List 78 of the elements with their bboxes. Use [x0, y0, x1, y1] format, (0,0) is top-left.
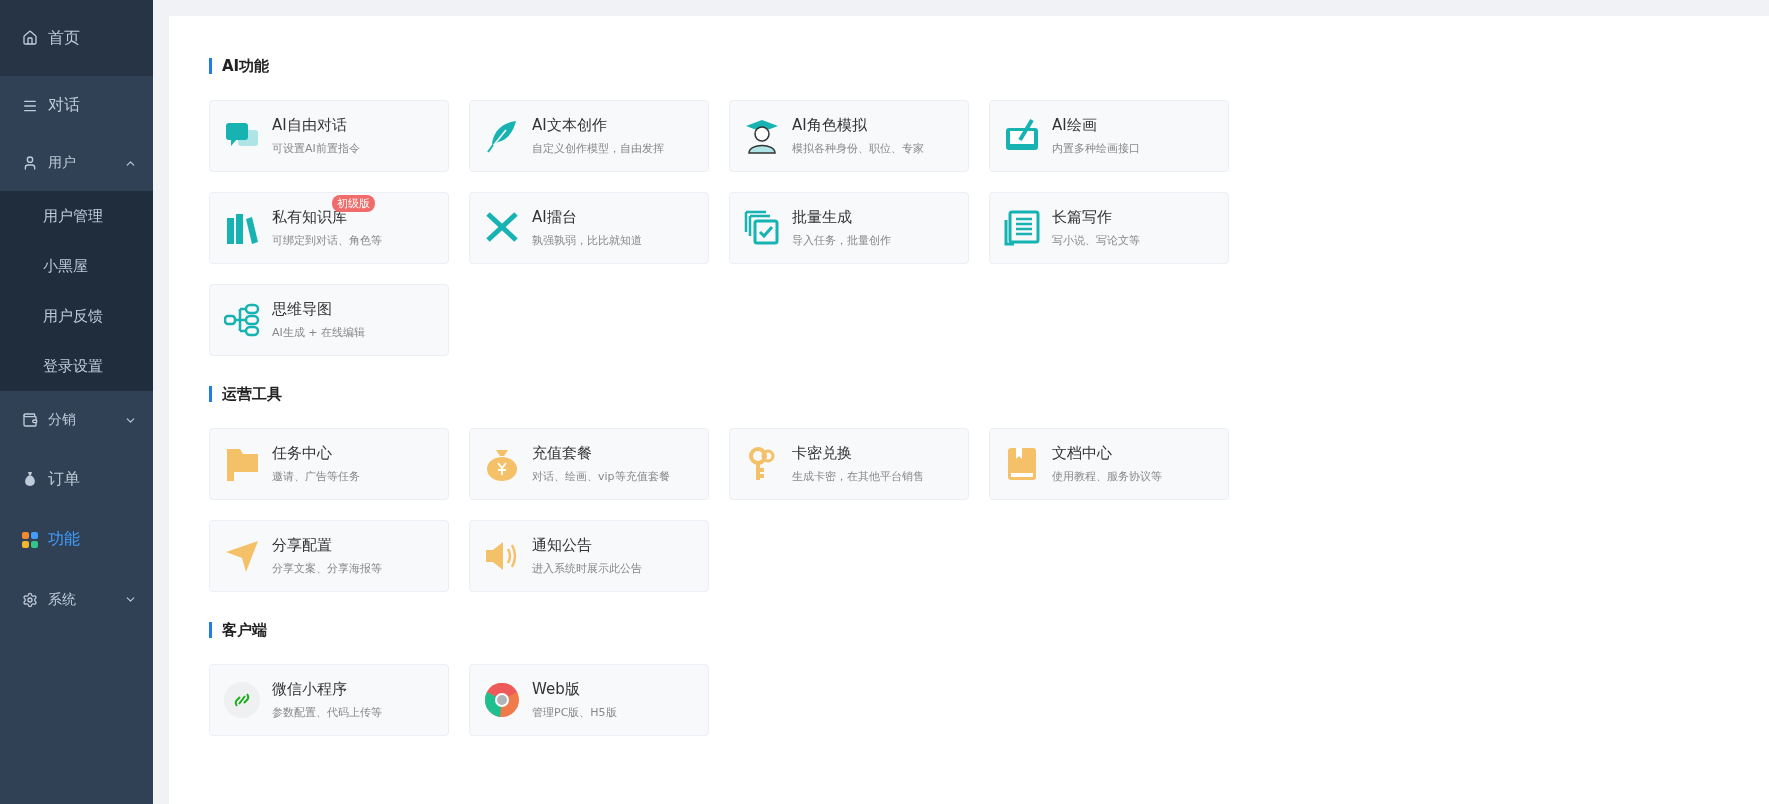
card-title: 充值套餐 — [532, 444, 592, 463]
card-title: 文档中心 — [1052, 444, 1112, 463]
card-title: 长篇写作 — [1052, 208, 1112, 227]
submenu-item[interactable]: 小黑屋 — [0, 241, 153, 291]
paper-plane-icon — [224, 538, 260, 574]
home-icon — [22, 30, 38, 46]
feature-card[interactable]: AI擂台 孰强孰弱，比比就知道 — [469, 192, 709, 264]
link-icon — [224, 682, 260, 718]
flag-icon — [224, 446, 260, 482]
sidebar-item[interactable]: 分销 — [0, 391, 153, 449]
card-title: Web版 — [532, 680, 580, 699]
card-description: 管理PC版、H5版 — [532, 705, 617, 720]
submenu-item[interactable]: 用户反馈 — [0, 291, 153, 341]
sidebar-item[interactable]: 功能 — [0, 509, 153, 570]
card-description: 可设置AI前置指令 — [272, 141, 360, 156]
feature-card[interactable]: 批量生成 导入任务，批量创作 — [729, 192, 969, 264]
card-title: 批量生成 — [792, 208, 852, 227]
submenu-item[interactable]: 用户管理 — [0, 191, 153, 241]
feature-card[interactable]: 分享配置 分享文案、分享海报等 — [209, 520, 449, 592]
feature-card[interactable]: 长篇写作 写小说、写论文等 — [989, 192, 1229, 264]
card-title: AI擂台 — [532, 208, 577, 227]
feature-card[interactable]: 充值套餐 对话、绘画、vip等充值套餐 — [469, 428, 709, 500]
card-title: AI绘画 — [1052, 116, 1097, 135]
card-description: 孰强孰弱，比比就知道 — [532, 233, 642, 248]
section-title: AI功能 — [209, 58, 270, 74]
submenu-item[interactable]: 登录设置 — [0, 341, 153, 391]
card-description: 分享文案、分享海报等 — [272, 561, 382, 576]
sidebar-item[interactable]: 订单 — [0, 449, 153, 509]
document-icon — [1004, 210, 1040, 246]
card-title: AI文本创作 — [532, 116, 607, 135]
money-bag-icon — [22, 471, 38, 487]
sidebar-item[interactable]: 首页 — [0, 0, 153, 76]
card-title: 卡密兑换 — [792, 444, 852, 463]
checklist-stack-icon — [744, 210, 780, 246]
sidebar-item[interactable]: 系统 — [0, 570, 153, 629]
feature-card[interactable]: 任务中心 邀请、广告等任务 — [209, 428, 449, 500]
card-description: 生成卡密，在其他平台销售 — [792, 469, 924, 484]
card-title: 思维导图 — [272, 300, 332, 319]
card-title: AI角色模拟 — [792, 116, 867, 135]
card-title: 微信小程序 — [272, 680, 347, 699]
card-description: 进入系统时展示此公告 — [532, 561, 642, 576]
graduate-icon — [744, 118, 780, 154]
card-description: 自定义创作模型，自由发挥 — [532, 141, 664, 156]
card-title: 分享配置 — [272, 536, 332, 555]
feature-card[interactable]: 通知公告 进入系统时展示此公告 — [469, 520, 709, 592]
browser-logo-icon — [484, 682, 520, 718]
card-description: 导入任务，批量创作 — [792, 233, 891, 248]
feature-card[interactable]: 微信小程序 参数配置、代码上传等 — [209, 664, 449, 736]
card-description: AI生成 + 在线编辑 — [272, 325, 365, 340]
card-description: 使用教程、服务协议等 — [1052, 469, 1162, 484]
settings-icon — [22, 591, 38, 608]
card-description: 内置多种绘画接口 — [1052, 141, 1140, 156]
level-badge: 初级版 — [332, 195, 375, 212]
feature-card[interactable]: AI自由对话 可设置AI前置指令 — [209, 100, 449, 172]
card-description: 写小说、写论文等 — [1052, 233, 1140, 248]
card-description: 模拟各种身份、职位、专家 — [792, 141, 924, 156]
feature-card[interactable]: Web版 管理PC版、H5版 — [469, 664, 709, 736]
feature-card[interactable]: AI文本创作 自定义创作模型，自由发挥 — [469, 100, 709, 172]
card-description: 邀请、广告等任务 — [272, 469, 360, 484]
card-description: 参数配置、代码上传等 — [272, 705, 382, 720]
wallet-icon — [22, 412, 38, 428]
feature-card[interactable]: AI绘画 内置多种绘画接口 — [989, 100, 1229, 172]
card-title: 任务中心 — [272, 444, 332, 463]
card-description: 可绑定到对话、角色等 — [272, 233, 382, 248]
card-description: 对话、绘画、vip等充值套餐 — [532, 469, 670, 484]
feature-card[interactable]: 卡密兑换 生成卡密，在其他平台销售 — [729, 428, 969, 500]
feature-card[interactable]: AI角色模拟 模拟各种身份、职位、专家 — [729, 100, 969, 172]
card-title: 通知公告 — [532, 536, 592, 555]
section-title: 运营工具 — [209, 386, 282, 402]
user-icon — [22, 155, 38, 171]
mind-map-icon — [224, 302, 260, 338]
feature-card[interactable]: 文档中心 使用教程、服务协议等 — [989, 428, 1229, 500]
feature-card[interactable]: 思维导图 AI生成 + 在线编辑 — [209, 284, 449, 356]
sidebar-item[interactable]: 用户 — [0, 135, 153, 191]
section-title: 客户端 — [209, 622, 267, 638]
apps-icon — [22, 531, 38, 548]
card-title: AI自由对话 — [272, 116, 347, 135]
sidebar-item[interactable]: 对话 — [0, 76, 153, 135]
